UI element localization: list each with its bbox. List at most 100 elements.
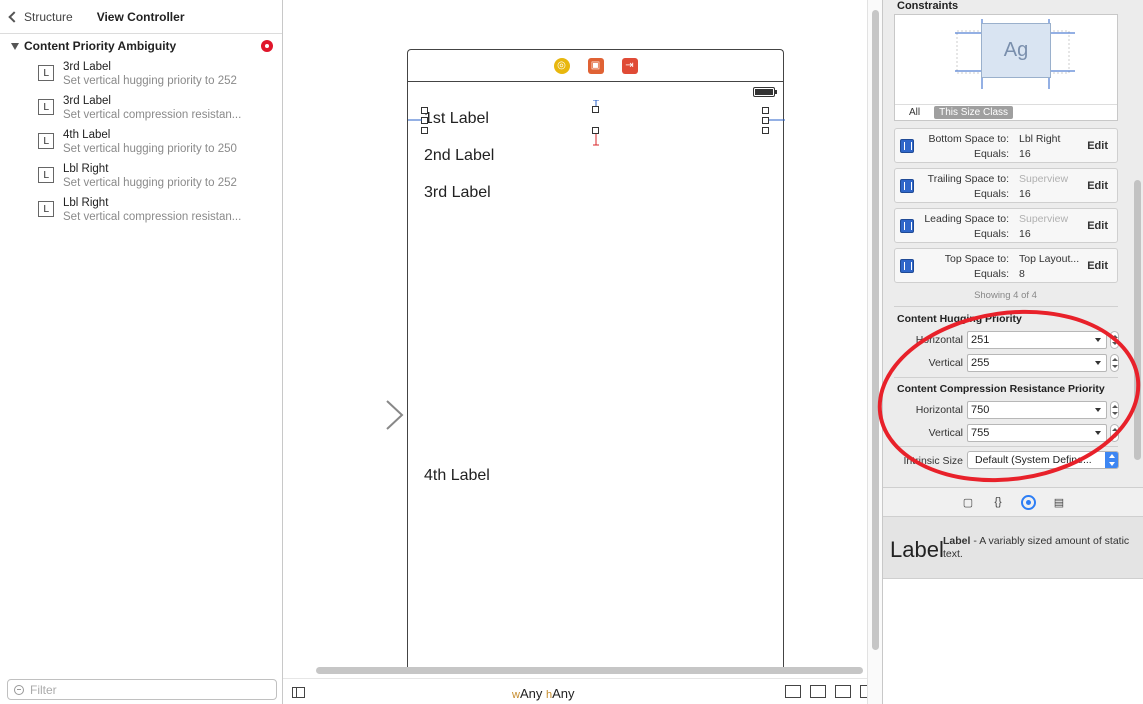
- constraint-row[interactable]: Trailing Space to: Superview Equals: 16 Edit: [894, 168, 1118, 203]
- library-item-name: Label: [943, 535, 971, 547]
- issue-item[interactable]: L 3rd Label Set vertical compression resis…: [0, 92, 282, 126]
- label-icon: L: [38, 99, 54, 115]
- filter-field[interactable]: Filter: [7, 679, 277, 700]
- object-library-icon[interactable]: [1021, 494, 1036, 510]
- issue-list: L 3rd Label Set vertical hugging priority …: [0, 58, 282, 228]
- size-class-control[interactable]: wAny hAny: [512, 686, 575, 701]
- constraint-key: Top Space to:: [944, 253, 1009, 265]
- hugging-vertical-field[interactable]: 255: [967, 354, 1107, 372]
- label-icon: L: [38, 201, 54, 217]
- constraint-icon: [900, 259, 914, 273]
- issue-navigator: Structure View Controller Content Priori…: [0, 0, 283, 704]
- issue-detail: Set vertical compression resistan...: [63, 109, 242, 121]
- compression-horizontal-field[interactable]: 750: [967, 401, 1107, 419]
- document-outline-toggle-icon[interactable]: [292, 687, 305, 698]
- filter-icon: [14, 684, 24, 695]
- constraint-key: Trailing Space to:: [927, 173, 1009, 185]
- edit-button[interactable]: Edit: [1087, 140, 1108, 152]
- chevron-left-icon: [8, 10, 20, 23]
- constraint-constant: 16: [1019, 228, 1031, 240]
- fourth-label[interactable]: 4th Label: [424, 467, 490, 485]
- size-inspector: Constraints Ag All This Size Class Botto…: [882, 0, 1143, 704]
- issue-item[interactable]: L 4th Label Set vertical hugging priority …: [0, 126, 282, 160]
- navigator-header: Structure View Controller: [0, 0, 282, 34]
- compression-vertical-field[interactable]: 755: [967, 424, 1107, 442]
- view-controller-icon[interactable]: ◎: [553, 57, 570, 74]
- media-library-icon[interactable]: ▤: [1052, 495, 1066, 509]
- error-badge-icon: [261, 40, 273, 52]
- preview-glyph: Ag: [981, 23, 1051, 78]
- hugging-vertical-stepper[interactable]: [1110, 354, 1119, 372]
- file-template-icon[interactable]: ▢: [961, 495, 975, 509]
- back-label: Structure: [24, 9, 73, 24]
- popup-arrows-icon[interactable]: [1105, 452, 1118, 468]
- edit-button[interactable]: Edit: [1087, 220, 1108, 232]
- constraint-constant: 16: [1019, 148, 1031, 160]
- scroll-thumb[interactable]: [872, 10, 879, 650]
- constraint-lines-icon: [408, 100, 785, 146]
- issue-item[interactable]: L Lbl Right Set vertical hugging priority …: [0, 160, 282, 194]
- compression-title: Content Compression Resistance Priority: [897, 383, 1105, 395]
- compression-vertical-stepper[interactable]: [1110, 424, 1119, 442]
- issue-text: Lbl Right Set vertical compression resist…: [63, 196, 253, 224]
- edit-button[interactable]: Edit: [1087, 180, 1108, 192]
- issue-item[interactable]: L 3rd Label Set vertical hugging priority …: [0, 58, 282, 92]
- view-controller-scene[interactable]: ◎ ▣ ⇥ 1st Label 2nd Label 3rd Label 4th …: [407, 49, 785, 669]
- issue-item[interactable]: L Lbl Right Set vertical compression resis…: [0, 194, 282, 228]
- filter-placeholder: Filter: [30, 682, 57, 697]
- issue-detail: Set vertical hugging priority to 252: [63, 75, 237, 87]
- divider: [894, 446, 1118, 447]
- hugging-horizontal-stepper[interactable]: [1110, 331, 1119, 349]
- stack-icon[interactable]: [785, 685, 801, 698]
- hugging-vertical-label: Vertical: [928, 357, 963, 369]
- disclosure-triangle-icon[interactable]: [11, 42, 19, 50]
- size-class-h-value: Any: [552, 686, 575, 701]
- label-icon: L: [38, 65, 54, 81]
- issue-text: 3rd Label Set vertical hugging priority t…: [63, 60, 253, 88]
- compression-horizontal-stepper[interactable]: [1110, 401, 1119, 419]
- xcode-window: Structure View Controller Content Priori…: [0, 0, 1143, 704]
- constraint-row[interactable]: Leading Space to: Superview Equals: 16 Edit: [894, 208, 1118, 243]
- issue-title: Lbl Right: [63, 197, 109, 209]
- issue-section[interactable]: Content Priority Ambiguity: [0, 34, 282, 58]
- library-item-label[interactable]: Label Label - A variably sized amount of…: [883, 517, 1143, 579]
- library-item-description: Label - A variably sized amount of stati…: [943, 535, 1133, 561]
- constraints-preview[interactable]: Ag All This Size Class: [894, 14, 1118, 121]
- hugging-horizontal-field[interactable]: 251: [967, 331, 1107, 349]
- constraint-icon: [900, 139, 914, 153]
- edit-button[interactable]: Edit: [1087, 260, 1108, 272]
- showing-count: Showing 4 of 4: [974, 290, 1037, 301]
- compression-vertical-label: Vertical: [928, 427, 963, 439]
- inspector-scrollbar[interactable]: [1134, 180, 1141, 460]
- size-class-w-prefix: w: [512, 689, 520, 701]
- constraint-target: Superview: [1019, 213, 1069, 225]
- library-item-desc: - A variably sized amount of static text…: [943, 535, 1130, 560]
- tab-this-size-class[interactable]: This Size Class: [934, 106, 1014, 119]
- horizontal-scrollbar[interactable]: [316, 667, 863, 674]
- exit-icon[interactable]: ⇥: [621, 57, 638, 74]
- third-label[interactable]: 3rd Label: [424, 184, 491, 202]
- issue-detail: Set vertical hugging priority to 250: [63, 143, 237, 155]
- back-to-structure-button[interactable]: Structure: [8, 9, 73, 24]
- constraint-target: Superview: [1019, 173, 1069, 185]
- storyboard-canvas[interactable]: ◎ ▣ ⇥ 1st Label 2nd Label 3rd Label 4th …: [283, 0, 882, 704]
- scene-dock: ◎ ▣ ⇥: [408, 50, 783, 82]
- constraint-target: Lbl Right: [1019, 133, 1061, 145]
- code-snippet-icon[interactable]: {}: [991, 495, 1005, 509]
- align-icon[interactable]: [810, 685, 826, 698]
- constraint-constant: 8: [1019, 268, 1025, 280]
- section-label: Content Priority Ambiguity: [24, 39, 177, 53]
- constraint-icon: [900, 219, 914, 233]
- tab-all[interactable]: All: [909, 107, 920, 118]
- canvas-vertical-scrollbar[interactable]: [867, 0, 882, 704]
- intrinsic-size-popup[interactable]: Default (System Define...: [967, 451, 1119, 469]
- issue-text: Lbl Right Set vertical hugging priority t…: [63, 162, 253, 190]
- constraint-equals-key: Equals:: [973, 188, 1009, 200]
- intrinsic-size-value: Default (System Define...: [975, 454, 1092, 466]
- library-empty-area: [883, 579, 1143, 704]
- constraint-filter-tabs: All This Size Class: [895, 104, 1117, 120]
- constraint-row[interactable]: Top Space to: Top Layout... Equals: 8 Edit: [894, 248, 1118, 283]
- pin-icon[interactable]: [835, 685, 851, 698]
- constraint-row[interactable]: Bottom Space to: Lbl Right Equals: 16 Edit: [894, 128, 1118, 163]
- first-responder-icon[interactable]: ▣: [587, 57, 604, 74]
